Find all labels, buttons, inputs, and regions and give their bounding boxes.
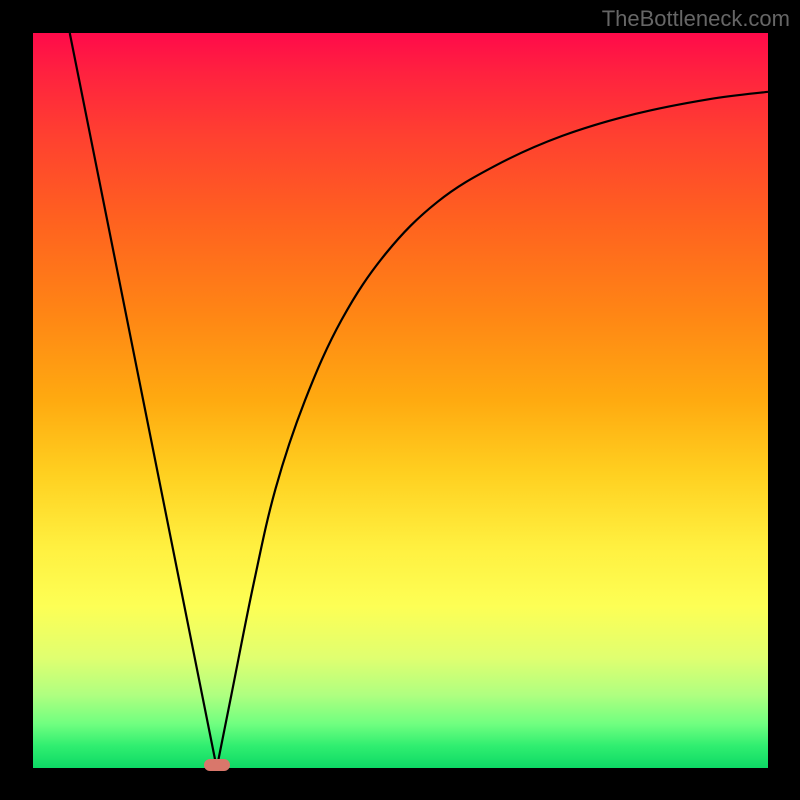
plot-area: [33, 33, 768, 768]
watermark-text: TheBottleneck.com: [602, 6, 790, 32]
bottleneck-curve: [33, 33, 768, 768]
minimum-marker: [204, 759, 230, 771]
chart-container: TheBottleneck.com: [0, 0, 800, 800]
